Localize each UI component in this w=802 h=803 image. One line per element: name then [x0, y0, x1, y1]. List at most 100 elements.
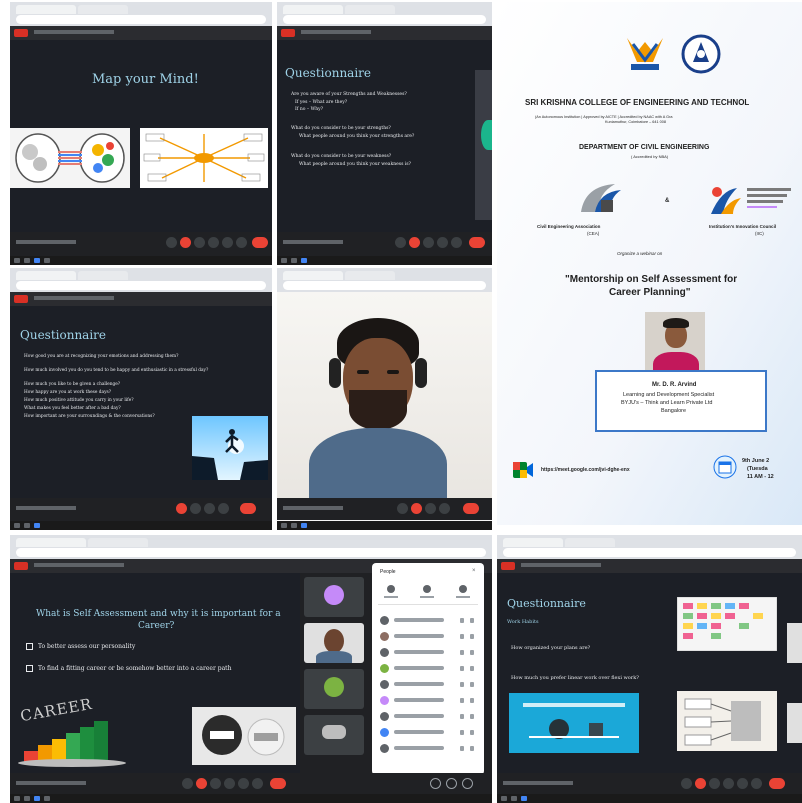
participant-row[interactable] [380, 679, 476, 691]
browser-tab[interactable] [345, 5, 395, 14]
address-bar[interactable] [503, 548, 796, 557]
taskbar-app-icon[interactable] [291, 258, 297, 263]
participant-row[interactable] [380, 631, 476, 643]
caption-icon[interactable] [182, 778, 193, 789]
mic-icon[interactable] [460, 666, 464, 671]
browser-tab[interactable] [16, 5, 76, 14]
tab-in-meeting[interactable] [420, 585, 434, 599]
taskbar-app-icon[interactable] [34, 523, 40, 528]
participant-tile[interactable] [304, 669, 364, 709]
caption-icon[interactable] [681, 778, 692, 789]
taskbar-app-icon[interactable] [24, 796, 30, 801]
mic-icon[interactable] [460, 618, 464, 623]
camera-icon[interactable] [423, 237, 434, 248]
camera-icon[interactable] [210, 778, 221, 789]
end-call-button[interactable] [469, 237, 485, 248]
end-call-button[interactable] [240, 503, 256, 514]
tab-waiting[interactable] [456, 585, 470, 599]
camera-icon[interactable] [190, 503, 201, 514]
taskbar-app-icon[interactable] [24, 523, 30, 528]
more-options-icon[interactable] [451, 237, 462, 248]
address-bar[interactable] [16, 548, 486, 557]
present-icon[interactable] [204, 503, 215, 514]
more-options-icon[interactable] [252, 778, 263, 789]
people-icon[interactable] [446, 778, 457, 789]
more-options-icon[interactable] [751, 778, 762, 789]
browser-tab[interactable] [78, 5, 128, 14]
participant-tile[interactable] [304, 623, 364, 663]
address-bar[interactable] [283, 15, 486, 24]
start-icon[interactable] [501, 796, 507, 801]
participant-row[interactable] [380, 727, 476, 739]
browser-tab[interactable] [565, 538, 615, 547]
chat-icon[interactable] [462, 778, 473, 789]
mic-icon[interactable] [460, 650, 464, 655]
more-options-icon[interactable] [470, 666, 474, 671]
more-options-icon[interactable] [470, 698, 474, 703]
mic-icon[interactable] [460, 698, 464, 703]
end-call-button[interactable] [463, 503, 479, 514]
caption-icon[interactable] [395, 237, 406, 248]
caption-icon[interactable] [166, 237, 177, 248]
raise-hand-icon[interactable] [236, 237, 247, 248]
present-icon[interactable] [439, 503, 450, 514]
taskbar-app-icon[interactable] [24, 258, 30, 263]
mic-off-icon[interactable] [180, 237, 191, 248]
present-icon[interactable] [208, 237, 219, 248]
taskbar-app-icon[interactable] [291, 523, 297, 528]
present-icon[interactable] [224, 778, 235, 789]
end-call-button[interactable] [769, 778, 785, 789]
address-bar[interactable] [283, 281, 486, 290]
more-options-icon[interactable] [470, 730, 474, 735]
taskbar-app-icon[interactable] [301, 258, 307, 263]
taskbar-app-icon[interactable] [44, 258, 50, 263]
address-bar[interactable] [16, 15, 266, 24]
meeting-link[interactable]: https://meet.google.com/jvi-dghe-enx [541, 467, 630, 473]
mic-icon[interactable] [460, 682, 464, 687]
start-icon[interactable] [14, 258, 20, 263]
mic-off-icon[interactable] [196, 778, 207, 789]
end-call-button[interactable] [270, 778, 286, 789]
mic-off-icon[interactable] [695, 778, 706, 789]
address-bar[interactable] [16, 281, 266, 290]
taskbar-app-icon[interactable] [34, 258, 40, 263]
mic-icon[interactable] [460, 746, 464, 751]
more-options-icon[interactable] [470, 634, 474, 639]
mic-icon[interactable] [460, 634, 464, 639]
camera-icon[interactable] [709, 778, 720, 789]
start-icon[interactable] [281, 258, 287, 263]
mic-icon[interactable] [460, 714, 464, 719]
more-options-icon[interactable] [470, 682, 474, 687]
more-options-icon[interactable] [470, 746, 474, 751]
start-icon[interactable] [281, 523, 287, 528]
participant-row[interactable] [380, 711, 476, 723]
mic-off-icon[interactable] [409, 237, 420, 248]
info-icon[interactable] [430, 778, 441, 789]
participant-tile[interactable] [304, 577, 364, 617]
start-icon[interactable] [14, 796, 20, 801]
start-icon[interactable] [14, 523, 20, 528]
participant-row[interactable] [380, 663, 476, 675]
more-options-icon[interactable] [222, 237, 233, 248]
participant-row[interactable] [380, 615, 476, 627]
present-icon[interactable] [723, 778, 734, 789]
more-options-icon[interactable] [218, 503, 229, 514]
browser-tab[interactable] [283, 271, 343, 280]
browser-tab[interactable] [78, 271, 128, 280]
caption-icon[interactable] [397, 503, 408, 514]
end-call-button[interactable] [252, 237, 268, 248]
more-options-icon[interactable] [470, 618, 474, 623]
taskbar-app-icon[interactable] [301, 523, 307, 528]
taskbar-app-icon[interactable] [44, 796, 50, 801]
raise-hand-icon[interactable] [238, 778, 249, 789]
participant-row[interactable] [380, 647, 476, 659]
more-options-icon[interactable] [470, 650, 474, 655]
taskbar-app-icon[interactable] [521, 796, 527, 801]
browser-tab[interactable] [16, 271, 76, 280]
mic-off-icon[interactable] [411, 503, 422, 514]
more-options-icon[interactable] [470, 714, 474, 719]
camera-icon[interactable] [425, 503, 436, 514]
present-icon[interactable] [437, 237, 448, 248]
tab-everyone[interactable] [384, 585, 398, 599]
browser-tab[interactable] [16, 538, 86, 547]
